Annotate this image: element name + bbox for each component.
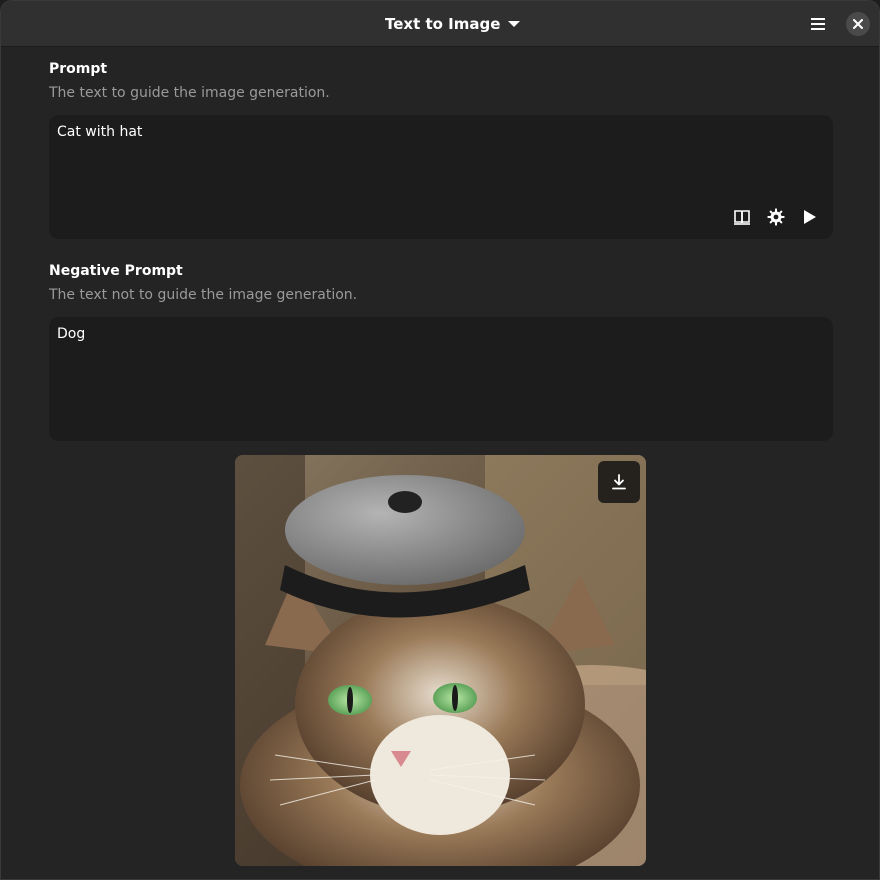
- book-icon: [734, 210, 750, 225]
- generate-button[interactable]: [797, 206, 823, 228]
- headerbar: Text to Image: [1, 1, 879, 47]
- generated-image: [235, 455, 646, 866]
- app-window: Text to Image Prompt The text to guide t…: [0, 0, 880, 880]
- prompt-label: Prompt: [49, 61, 108, 77]
- generated-image-picture: [235, 455, 646, 866]
- negative-prompt-label: Negative Prompt: [49, 263, 183, 279]
- download-icon: [612, 474, 626, 490]
- gear-icon: [767, 208, 785, 226]
- download-button[interactable]: [598, 461, 640, 503]
- negative-prompt-input[interactable]: Dog: [49, 317, 833, 441]
- prompt-input[interactable]: Cat with hat: [49, 115, 833, 239]
- prompt-library-button[interactable]: [729, 206, 755, 228]
- negative-prompt-input-text: Dog: [57, 326, 86, 342]
- close-button[interactable]: [846, 12, 870, 36]
- generation-settings-button[interactable]: [763, 206, 789, 228]
- caret-down-icon: [508, 21, 521, 27]
- play-icon: [804, 210, 816, 224]
- prompt-description: The text to guide the image generation.: [49, 85, 330, 101]
- prompt-input-text: Cat with hat: [57, 124, 143, 140]
- window-title: Text to Image: [385, 15, 501, 33]
- close-icon: [853, 19, 863, 29]
- negative-prompt-description: The text not to guide the image generati…: [49, 287, 358, 303]
- main-menu-button[interactable]: [802, 9, 834, 39]
- hamburger-menu-icon: [811, 18, 825, 30]
- mode-selector-button[interactable]: Text to Image: [379, 9, 526, 39]
